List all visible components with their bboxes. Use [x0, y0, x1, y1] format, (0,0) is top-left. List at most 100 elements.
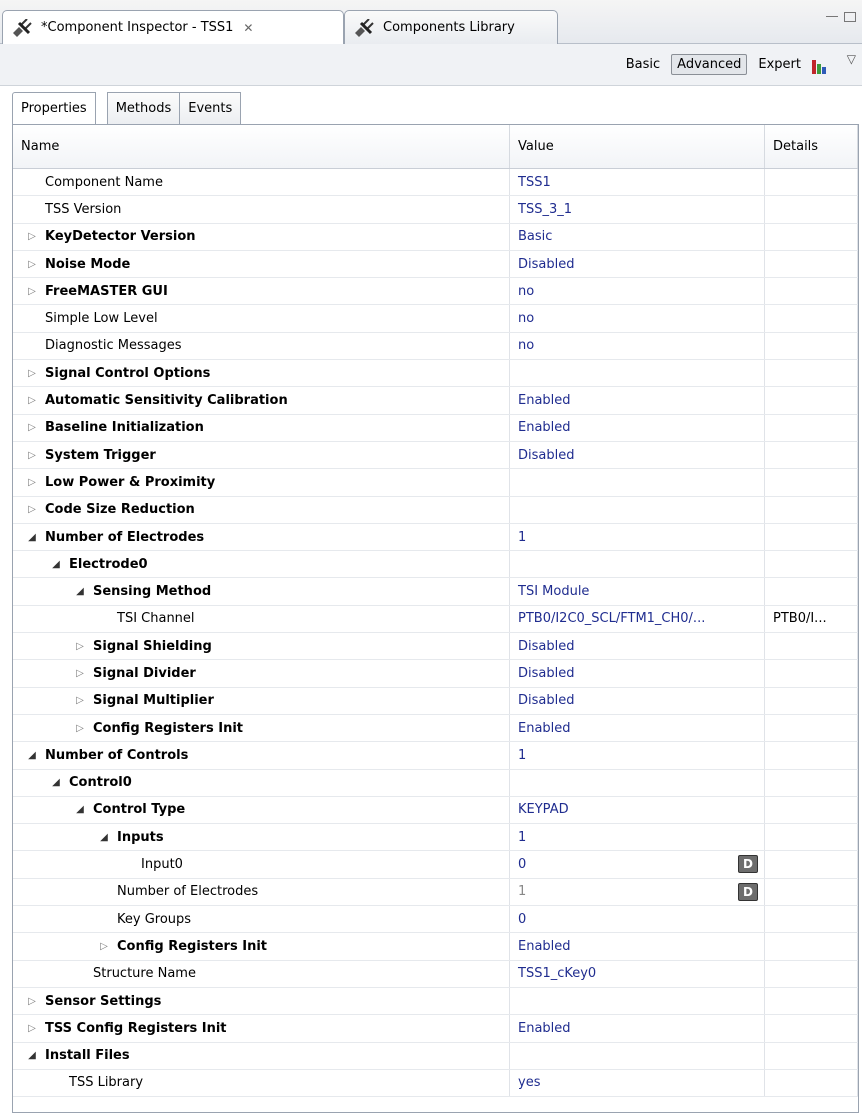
property-name-cell[interactable]: ▷ Signal Multiplier	[13, 687, 510, 714]
property-value-cell[interactable]	[510, 469, 765, 496]
property-name-cell[interactable]: ▷ Automatic Sensitivity Calibration	[13, 387, 510, 414]
property-value-cell[interactable]: Disabled	[510, 660, 765, 687]
property-name-cell[interactable]: ▷ KeyDetector Version	[13, 223, 510, 250]
property-name-cell[interactable]: Input0	[13, 851, 510, 878]
collapse-icon[interactable]: ◢	[73, 586, 87, 597]
table-row[interactable]: Component Name TSS1	[13, 169, 858, 197]
property-name-cell[interactable]: ▷ Low Power & Proximity	[13, 469, 510, 496]
close-icon[interactable]: ✕	[243, 21, 253, 35]
table-row[interactable]: ▷ Signal Control Options	[13, 360, 858, 388]
property-value-cell[interactable]: Enabled	[510, 387, 765, 414]
property-name-cell[interactable]: ◢ Number of Electrodes	[13, 523, 510, 551]
property-name-cell[interactable]: ▷ Sensor Settings	[13, 987, 510, 1015]
property-value-cell[interactable]: no	[510, 332, 765, 360]
property-value-cell[interactable]: 1	[510, 523, 765, 551]
property-name-cell[interactable]: Number of Electrodes	[13, 878, 510, 906]
property-name-cell[interactable]: ◢ Control Type	[13, 796, 510, 824]
property-name-cell[interactable]: ▷ Noise Mode	[13, 250, 510, 278]
property-name-cell[interactable]: Key Groups	[13, 906, 510, 933]
table-row[interactable]: ◢ Number of Controls 1	[13, 742, 858, 770]
table-row[interactable]: TSS Library yes	[13, 1069, 858, 1098]
collapse-icon[interactable]: ◢	[25, 750, 39, 761]
property-value-cell[interactable]: Disabled	[510, 250, 765, 278]
expand-icon[interactable]: ▷	[73, 668, 87, 679]
property-value-cell[interactable]: TSS1	[510, 169, 765, 196]
property-name-cell[interactable]: Diagnostic Messages	[13, 332, 510, 360]
mode-advanced-button[interactable]: Advanced	[671, 54, 748, 75]
collapse-icon[interactable]: ◢	[49, 777, 63, 788]
table-row[interactable]: ◢ Inputs 1	[13, 824, 858, 852]
property-name-cell[interactable]: ▷ Config Registers Init	[13, 714, 510, 742]
property-value-cell[interactable]	[510, 769, 765, 796]
property-value-cell[interactable]: Basic	[510, 223, 765, 250]
property-name-cell[interactable]: ◢ Sensing Method	[13, 578, 510, 605]
property-name-cell[interactable]: ◢ Electrode0	[13, 551, 510, 578]
property-name-cell[interactable]: TSS Library	[13, 1069, 510, 1097]
tab-properties[interactable]: Properties	[12, 92, 96, 124]
expand-icon[interactable]: ▷	[25, 395, 39, 406]
tab-components-library[interactable]: Components Library	[344, 10, 558, 44]
expand-icon[interactable]: ▷	[73, 641, 87, 652]
table-row[interactable]: Key Groups 0	[13, 906, 858, 934]
table-row[interactable]: Simple Low Level no	[13, 305, 858, 333]
property-name-cell[interactable]: ▷ FreeMASTER GUI	[13, 278, 510, 305]
table-row[interactable]: TSS Version TSS_3_1	[13, 196, 858, 224]
property-value-cell[interactable]: 1	[510, 824, 765, 851]
property-value-cell[interactable]: TSS_3_1	[510, 196, 765, 223]
expand-icon[interactable]: ▷	[25, 1023, 39, 1034]
property-value-cell[interactable]: Enabled	[510, 714, 765, 742]
property-name-cell[interactable]: ▷ Signal Divider	[13, 660, 510, 687]
table-row[interactable]: ▷ Signal Shielding Disabled	[13, 633, 858, 661]
minimize-icon[interactable]	[826, 16, 838, 19]
expand-icon[interactable]: ▷	[25, 259, 39, 270]
property-name-cell[interactable]: ▷ TSS Config Registers Init	[13, 1015, 510, 1042]
property-value-cell[interactable]	[510, 987, 765, 1015]
property-name-cell[interactable]: TSI Channel	[13, 605, 510, 633]
expand-icon[interactable]: ▷	[25, 422, 39, 433]
bar-chart-icon[interactable]	[812, 58, 832, 74]
table-row[interactable]: ▷ Automatic Sensitivity Calibration Enable…	[13, 387, 858, 415]
maximize-icon[interactable]	[844, 12, 856, 22]
expand-icon[interactable]: ▷	[25, 286, 39, 297]
table-row[interactable]: ◢ Number of Electrodes 1	[13, 523, 858, 552]
property-value-cell[interactable]: 0	[510, 906, 765, 933]
tab-component-inspector[interactable]: *Component Inspector - TSS1 ✕	[2, 10, 344, 44]
column-header-name[interactable]: Name	[13, 125, 510, 168]
property-name-cell[interactable]: ◢ Control0	[13, 769, 510, 796]
property-name-cell[interactable]: ▷ Config Registers Init	[13, 933, 510, 960]
property-value-cell[interactable]: no	[510, 278, 765, 305]
collapse-icon[interactable]: ◢	[25, 532, 39, 543]
property-value-cell[interactable]: 1	[510, 742, 765, 769]
table-row[interactable]: ▷ Code Size Reduction	[13, 496, 858, 524]
property-name-cell[interactable]: ▷ System Trigger	[13, 441, 510, 469]
property-value-cell[interactable]: KEYPAD	[510, 796, 765, 824]
expand-icon[interactable]: ▷	[25, 368, 39, 379]
collapse-icon[interactable]: ◢	[73, 804, 87, 815]
property-name-cell[interactable]: ▷ Signal Shielding	[13, 633, 510, 660]
property-name-cell[interactable]: Simple Low Level	[13, 305, 510, 332]
property-value-cell[interactable]: Enabled	[510, 933, 765, 960]
property-value-cell[interactable]: Disabled	[510, 687, 765, 714]
property-value-cell[interactable]: 0D	[510, 851, 765, 878]
collapse-icon[interactable]: ◢	[25, 1050, 39, 1061]
expand-icon[interactable]: ▷	[97, 941, 111, 952]
property-value-cell[interactable]	[510, 551, 765, 578]
tab-methods[interactable]: Methods	[106, 92, 181, 124]
table-row[interactable]: ◢ Electrode0	[13, 551, 858, 579]
property-name-cell[interactable]: ◢ Number of Controls	[13, 742, 510, 769]
collapse-icon[interactable]: ◢	[49, 559, 63, 570]
expand-icon[interactable]: ▷	[25, 450, 39, 461]
property-name-cell[interactable]: ◢ Inputs	[13, 824, 510, 851]
property-name-cell[interactable]: Component Name	[13, 169, 510, 196]
property-value-cell[interactable]: Disabled	[510, 441, 765, 469]
view-menu-icon[interactable]: ▽	[847, 52, 856, 66]
table-row[interactable]: ◢ Control0	[13, 769, 858, 797]
expand-icon[interactable]: ▷	[25, 477, 39, 488]
property-name-cell[interactable]: ▷ Signal Control Options	[13, 360, 510, 387]
expand-icon[interactable]: ▷	[25, 231, 39, 242]
table-row[interactable]: ◢ Control Type KEYPAD	[13, 796, 858, 825]
property-value-cell[interactable]: Disabled	[510, 633, 765, 660]
expand-icon[interactable]: ▷	[25, 504, 39, 515]
tab-events[interactable]: Events	[179, 92, 242, 124]
table-row[interactable]: ▷ Low Power & Proximity	[13, 469, 858, 497]
